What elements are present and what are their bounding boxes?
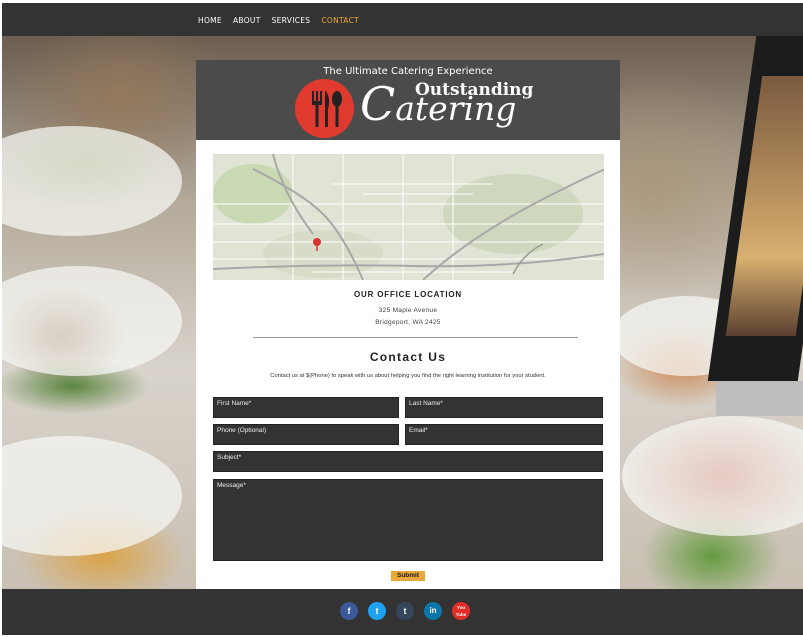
nav-contact[interactable]: CONTACT bbox=[321, 16, 359, 25]
address-line-1: 325 Maple Avenue bbox=[378, 307, 438, 314]
phone-field[interactable]: Phone (Optional) bbox=[213, 424, 399, 445]
main-nav: HOME ABOUT SERVICES CONTACT bbox=[198, 16, 359, 25]
nav-about[interactable]: ABOUT bbox=[233, 16, 261, 25]
linkedin-icon[interactable]: in bbox=[424, 602, 442, 620]
twitter-icon[interactable]: t bbox=[368, 602, 386, 620]
subject-field[interactable]: Subject* bbox=[213, 451, 603, 472]
email-field[interactable]: Email* bbox=[405, 424, 603, 445]
content-panel: The Ultimate Catering Experience Outstan… bbox=[196, 60, 620, 589]
hero-banner: The Ultimate Catering Experience Outstan… bbox=[196, 60, 620, 140]
contact-description: Contact us at $(Phone) to speak with us … bbox=[270, 373, 546, 379]
office-location-title: OUR OFFICE LOCATION bbox=[354, 290, 462, 299]
section-divider bbox=[253, 337, 578, 338]
computer-monitor bbox=[707, 36, 803, 416]
page-frame: HOME ABOUT SERVICES CONTACT The Ultimate… bbox=[2, 3, 803, 635]
tumblr-icon[interactable]: t bbox=[396, 602, 414, 620]
brand-name: Catering bbox=[360, 77, 517, 131]
office-map[interactable] bbox=[213, 154, 604, 280]
nav-home[interactable]: HOME bbox=[198, 16, 222, 25]
top-navigation-bar: HOME ABOUT SERVICES CONTACT bbox=[2, 3, 803, 36]
submit-button[interactable]: Submit bbox=[391, 571, 425, 581]
contact-title: Contact Us bbox=[369, 350, 447, 364]
footer: f t t in You Tube bbox=[2, 589, 803, 635]
address-line-2: Bridgeport, WA 2425 bbox=[375, 319, 441, 326]
facebook-icon[interactable]: f bbox=[340, 602, 358, 620]
fork-knife-spoon-icon bbox=[295, 79, 354, 138]
nav-services[interactable]: SERVICES bbox=[272, 16, 311, 25]
first-name-field[interactable]: First Name* bbox=[213, 397, 399, 418]
message-field[interactable]: Message* bbox=[213, 479, 603, 561]
last-name-field[interactable]: Last Name* bbox=[405, 397, 603, 418]
youtube-icon[interactable]: You Tube bbox=[452, 602, 470, 620]
